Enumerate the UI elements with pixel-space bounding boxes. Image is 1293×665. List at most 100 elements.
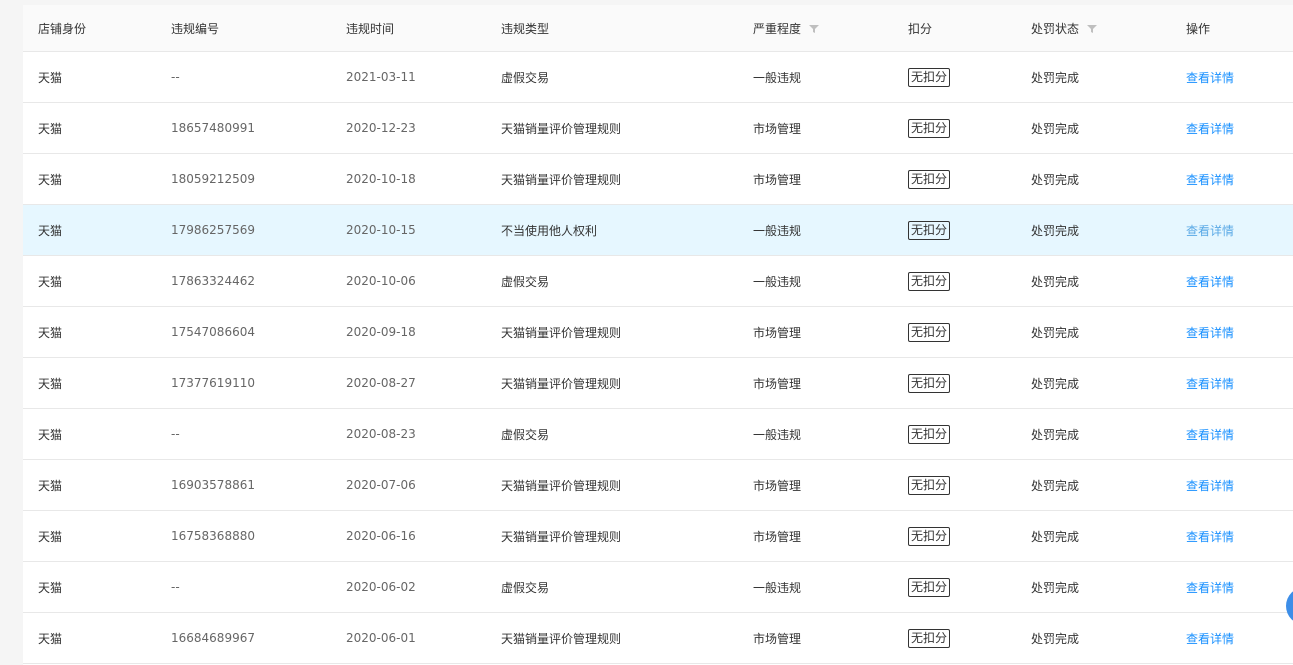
view-details-link[interactable]: 查看详情 [1186,528,1234,545]
action-cell: 查看详情 [1186,256,1234,306]
deduct-badge: 无扣分 [908,169,951,189]
action-cell: 查看详情 [1186,460,1234,510]
deduct-cell: 无扣分 [908,205,951,255]
severity-cell: 市场管理 [753,121,802,136]
date-cell: 2020-09-18 [346,325,416,339]
shop-cell: 天猫 [38,529,63,544]
view-details-link[interactable]: 查看详情 [1186,426,1234,443]
table-row: 天猫 16903578861 2020-07-06 天猫销量评价管理规则 市场管理 无扣分… [23,460,1293,511]
severity-cell: 市场管理 [753,172,802,187]
deduct-badge: 无扣分 [908,271,951,291]
deduct-cell: 无扣分 [908,409,951,459]
deduct-badge: 无扣分 [908,424,951,444]
type-cell: 天猫销量评价管理规则 [501,529,622,544]
deduct-badge: 无扣分 [908,628,951,648]
type-cell: 天猫销量评价管理规则 [501,172,622,187]
filter-icon[interactable] [809,23,820,33]
date-cell: 2020-10-06 [346,274,416,288]
date-cell: 2021-03-11 [346,70,416,84]
status-cell: 处罚完成 [1031,121,1080,136]
status-cell: 处罚完成 [1031,529,1080,544]
deduct-badge: 无扣分 [908,118,951,138]
type-cell: 天猫销量评价管理规则 [501,376,622,391]
view-details-link[interactable]: 查看详情 [1186,579,1234,596]
date-cell: 2020-12-23 [346,121,416,135]
deduct-cell: 无扣分 [908,511,951,561]
type-cell: 虚假交易 [501,427,550,442]
type-cell: 不当使用他人权利 [501,223,598,238]
shop-cell: 天猫 [38,121,63,136]
action-cell: 查看详情 [1186,103,1234,153]
status-cell: 处罚完成 [1031,325,1080,340]
type-cell: 天猫销量评价管理规则 [501,325,622,340]
shop-cell: 天猫 [38,274,63,289]
type-cell: 虚假交易 [501,70,550,85]
type-cell: 虚假交易 [501,274,550,289]
severity-cell: 一般违规 [753,223,802,238]
table-row: 天猫 16684689967 2020-06-01 天猫销量评价管理规则 市场管理 无扣分… [23,613,1293,664]
deduct-badge: 无扣分 [908,526,951,546]
deduct-cell: 无扣分 [908,460,951,510]
id-cell: 16684689967 [171,631,255,645]
action-cell: 查看详情 [1186,52,1234,102]
date-cell: 2020-06-02 [346,580,416,594]
status-cell: 处罚完成 [1031,427,1080,442]
filter-icon[interactable] [1087,23,1098,33]
status-cell: 处罚完成 [1031,478,1080,493]
action-cell: 查看详情 [1186,613,1234,663]
action-cell: 查看详情 [1186,409,1234,459]
table-row: 天猫 17377619110 2020-08-27 天猫销量评价管理规则 市场管理 无扣分… [23,358,1293,409]
severity-cell: 市场管理 [753,631,802,646]
table-row: 天猫 -- 2020-06-02 虚假交易 一般违规 无扣分 处罚完成 查看详情 [23,562,1293,613]
deduct-badge: 无扣分 [908,322,951,342]
action-cell: 查看详情 [1186,511,1234,561]
deduct-cell: 无扣分 [908,307,951,357]
deduct-cell: 无扣分 [908,358,951,408]
deduct-badge: 无扣分 [908,475,951,495]
status-cell: 处罚完成 [1031,274,1080,289]
id-cell: -- [171,427,180,441]
column-header-shop: 店铺身份 [38,21,87,36]
deduct-badge: 无扣分 [908,577,951,597]
id-cell: 17986257569 [171,223,255,237]
action-cell: 查看详情 [1186,358,1234,408]
severity-cell: 一般违规 [753,580,802,595]
deduct-badge: 无扣分 [908,67,951,87]
date-cell: 2020-10-15 [346,223,416,237]
severity-cell: 一般违规 [753,274,802,289]
severity-cell: 市场管理 [753,478,802,493]
view-details-link[interactable]: 查看详情 [1186,171,1234,188]
table-row: 天猫 -- 2021-03-11 虚假交易 一般违规 无扣分 处罚完成 查看详情 [23,52,1293,103]
action-cell: 查看详情 [1186,562,1234,612]
status-cell: 处罚完成 [1031,172,1080,187]
date-cell: 2020-10-18 [346,172,416,186]
deduct-cell: 无扣分 [908,103,951,153]
deduct-cell: 无扣分 [908,154,951,204]
table-header: 店铺身份 违规编号 违规时间 违规类型 严重程度 扣分 处罚状态 操作 [23,5,1293,52]
id-cell: 17377619110 [171,376,255,390]
severity-cell: 一般违规 [753,427,802,442]
status-cell: 处罚完成 [1031,223,1080,238]
view-details-link[interactable]: 查看详情 [1186,273,1234,290]
shop-cell: 天猫 [38,478,63,493]
severity-cell: 一般违规 [753,70,802,85]
id-cell: 16758368880 [171,529,255,543]
deduct-cell: 无扣分 [908,613,951,663]
severity-cell: 市场管理 [753,376,802,391]
action-cell: 查看详情 [1186,307,1234,357]
view-details-link[interactable]: 查看详情 [1186,375,1234,392]
table-row: 天猫 -- 2020-08-23 虚假交易 一般违规 无扣分 处罚完成 查看详情 [23,409,1293,460]
table-row: 天猫 16758368880 2020-06-16 天猫销量评价管理规则 市场管理 无扣分… [23,511,1293,562]
view-details-link[interactable]: 查看详情 [1186,324,1234,341]
shop-cell: 天猫 [38,427,63,442]
type-cell: 虚假交易 [501,580,550,595]
view-details-link[interactable]: 查看详情 [1186,120,1234,137]
column-header-type: 违规类型 [501,21,550,36]
view-details-link[interactable]: 查看详情 [1186,630,1234,647]
status-cell: 处罚完成 [1031,631,1080,646]
type-cell: 天猫销量评价管理规则 [501,631,622,646]
view-details-link[interactable]: 查看详情 [1186,222,1234,239]
table-row: 天猫 17547086604 2020-09-18 天猫销量评价管理规则 市场管理 无扣分… [23,307,1293,358]
view-details-link[interactable]: 查看详情 [1186,477,1234,494]
view-details-link[interactable]: 查看详情 [1186,69,1234,86]
